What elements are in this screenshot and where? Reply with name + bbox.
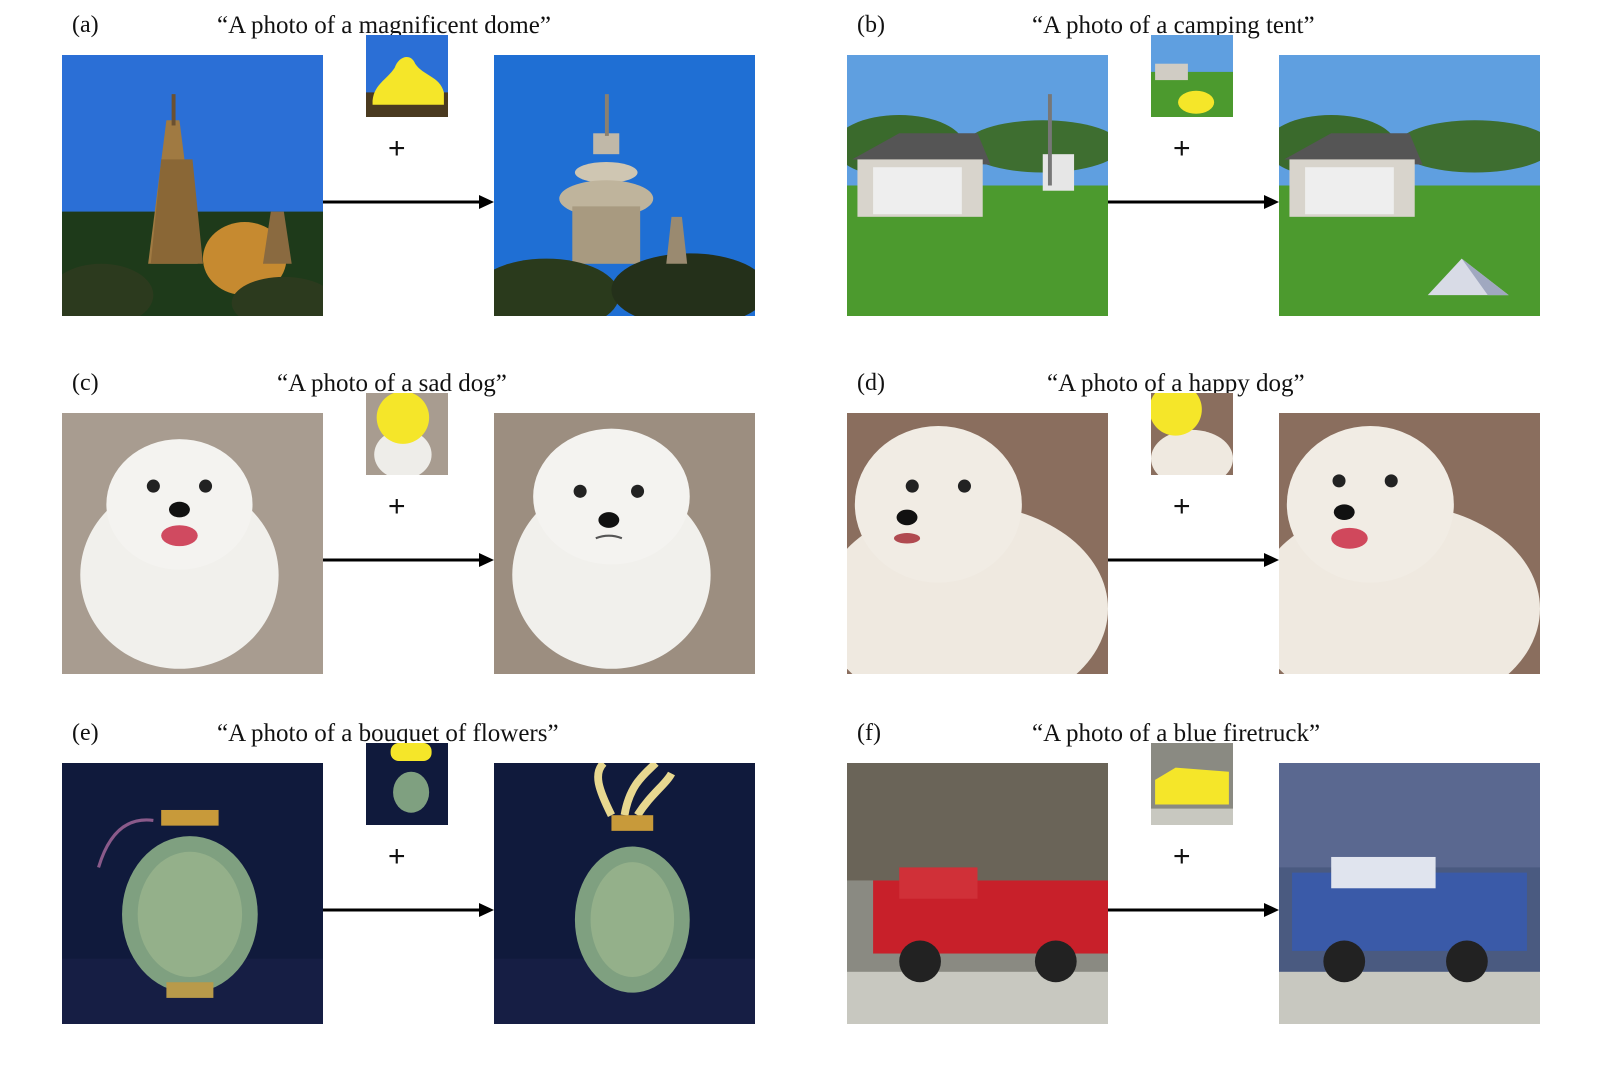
mask-image — [1151, 35, 1233, 117]
input-image-dog — [62, 413, 323, 674]
panel-e: (e) “A photo of a bouquet of flowers” + — [62, 710, 772, 1050]
plus-sign: + — [388, 840, 406, 873]
panel-label: (f) — [857, 720, 881, 746]
output-image-tent — [1279, 55, 1540, 316]
plus-sign: + — [1173, 840, 1191, 873]
arrow-icon — [1108, 195, 1279, 209]
plus-sign: + — [1173, 132, 1191, 165]
panel-a: (a) “A photo of a magnificent dome” + — [62, 2, 772, 342]
input-image-dog — [847, 413, 1108, 674]
panel-b: (b) “A photo of a camping tent” + — [847, 2, 1557, 342]
panel-d: (d) “A photo of a happy dog” + — [847, 360, 1557, 700]
panel-label: (d) — [857, 370, 885, 396]
output-image-blue-firetruck — [1279, 763, 1540, 1024]
arrow-icon — [323, 903, 494, 917]
arrow-icon — [323, 553, 494, 567]
output-image-dome — [494, 55, 755, 316]
panel-label: (e) — [72, 720, 99, 746]
input-image-red-firetruck — [847, 763, 1108, 1024]
panel-label: (b) — [857, 12, 885, 38]
mask-image — [366, 393, 448, 475]
panel-label: (c) — [72, 370, 99, 396]
plus-sign: + — [388, 132, 406, 165]
mask-image — [366, 743, 448, 825]
output-image-happy-dog — [1279, 413, 1540, 674]
output-image-flowers — [494, 763, 755, 1024]
panel-f: (f) “A photo of a blue firetruck” + — [847, 710, 1557, 1050]
input-image-vase — [62, 763, 323, 1024]
plus-sign: + — [388, 490, 406, 523]
mask-image — [1151, 393, 1233, 475]
input-image-temple — [62, 55, 323, 316]
input-image-garage — [847, 55, 1108, 316]
plus-sign: + — [1173, 490, 1191, 523]
arrow-icon — [1108, 553, 1279, 567]
arrow-icon — [323, 195, 494, 209]
panel-c: (c) “A photo of a sad dog” + — [62, 360, 772, 700]
arrow-icon — [1108, 903, 1279, 917]
output-image-sad-dog — [494, 413, 755, 674]
mask-image — [1151, 743, 1233, 825]
panel-label: (a) — [72, 12, 99, 38]
mask-image — [366, 35, 448, 117]
